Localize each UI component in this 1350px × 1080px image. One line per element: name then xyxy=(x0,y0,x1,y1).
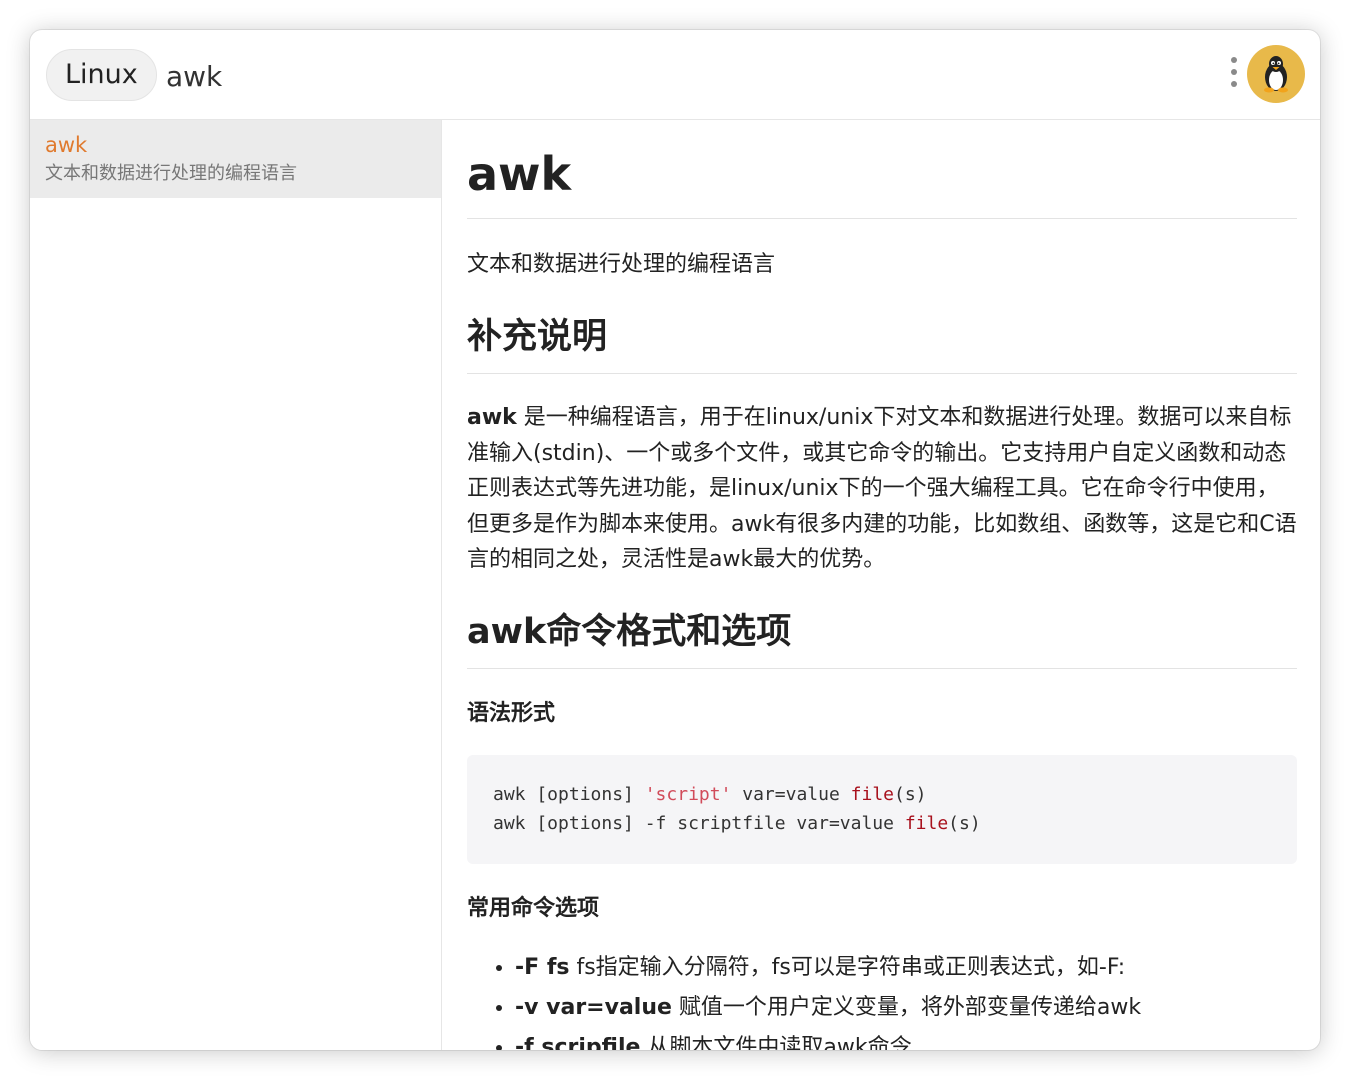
search-input[interactable] xyxy=(164,52,1068,100)
section-paragraph: awk 是一种编程语言，用于在linux/unix下对文本和数据进行处理。数据可… xyxy=(467,400,1297,578)
option-text: 赋值一个用户定义变量，将外部变量传递给awk xyxy=(671,994,1142,1020)
linux-penguin-icon xyxy=(1264,56,1288,93)
code-block: awk [options] 'script' var=value file(s)… xyxy=(467,754,1297,864)
option-text: fs指定输入分隔符，fs可以是字符串或正则表达式，如-F: xyxy=(569,954,1126,980)
code-line: awk [options] 'script' var=value file(s) xyxy=(493,783,927,805)
app-window: Linux awk 文本和数据进行处理的编程语言 awk 文本和数据进行处理的编… xyxy=(30,30,1320,1050)
section-heading: awk命令格式和选项 xyxy=(467,608,1297,669)
category-badge[interactable]: Linux xyxy=(46,49,157,101)
subsection-heading: 常用命令选项 xyxy=(467,895,600,921)
list-item: -F fs fs指定输入分隔符，fs可以是字符串或正则表达式，如-F: xyxy=(515,948,1297,988)
header-bar: Linux xyxy=(30,30,1320,120)
paragraph-bold-term: awk xyxy=(467,405,517,430)
option-flag: -F fs xyxy=(515,954,570,980)
subsection-heading: 语法形式 xyxy=(467,700,556,726)
results-sidebar: awk 文本和数据进行处理的编程语言 xyxy=(30,120,442,1050)
section-heading: 补充说明 xyxy=(467,313,1297,374)
list-item: -v var=value 赋值一个用户定义变量，将外部变量传递给awk xyxy=(515,988,1297,1028)
page-description: 文本和数据进行处理的编程语言 xyxy=(467,252,776,277)
doc-content: awk 文本和数据进行处理的编程语言 补充说明 awk 是一种编程语言，用于在l… xyxy=(467,120,1297,1050)
list-item: -f scripfile 从脚本文件中读取awk命令 xyxy=(515,1028,1297,1051)
paragraph-text: 是一种编程语言，用于在linux/unix下对文本和数据进行处理。数据可以来自标… xyxy=(467,405,1297,572)
more-vertical-icon[interactable] xyxy=(1226,57,1242,95)
option-text: 从脚本文件中读取awk命令 xyxy=(640,1034,912,1051)
result-title: awk xyxy=(45,133,88,157)
code-line: awk [options] -f scriptfile var=value fi… xyxy=(493,812,981,834)
option-flag: -f scripfile xyxy=(515,1034,641,1051)
result-description: 文本和数据进行处理的编程语言 xyxy=(45,163,297,184)
page-title: awk xyxy=(467,144,1297,219)
options-list: -F fs fs指定输入分隔符，fs可以是字符串或正则表达式，如-F: -v v… xyxy=(467,948,1297,1051)
result-item[interactable]: awk 文本和数据进行处理的编程语言 xyxy=(30,120,441,198)
avatar[interactable] xyxy=(1247,45,1305,103)
option-flag: -v var=value xyxy=(515,994,672,1020)
